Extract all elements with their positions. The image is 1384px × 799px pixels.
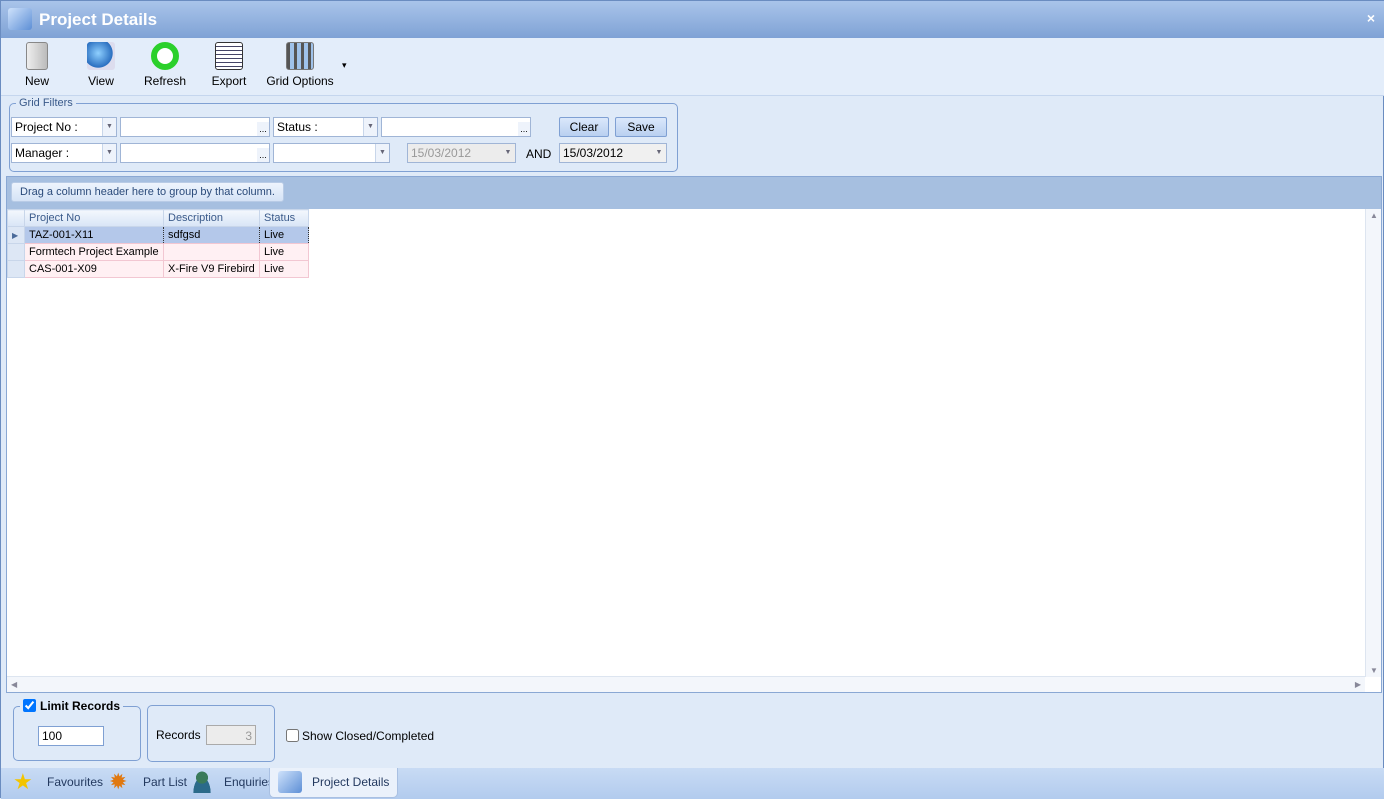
ellipsis-button[interactable]: ... (257, 148, 269, 162)
save-button[interactable]: Save (615, 117, 667, 137)
show-closed-label: Show Closed/Completed (302, 729, 435, 743)
ellipsis-button[interactable]: ... (518, 122, 530, 136)
refresh-icon (151, 42, 179, 70)
group-by-hint: Drag a column header here to group by th… (11, 182, 284, 202)
column-header-description[interactable]: Description (163, 209, 260, 227)
cell-project-no[interactable]: TAZ-001-X11 (24, 226, 164, 244)
user-icon (190, 771, 214, 793)
tab-favourites[interactable]: ★ Favourites (5, 768, 111, 798)
toolbar-dropdown-arrow[interactable]: ▾ (342, 60, 347, 71)
limit-records-input[interactable] (38, 726, 104, 746)
window-title: Project Details (39, 10, 158, 29)
grid-options-icon (286, 42, 314, 70)
export-label: Export (211, 74, 247, 88)
table-row[interactable]: Formtech Project Example Live (7, 243, 309, 261)
date-from-picker: 15/03/2012 ▼ (407, 143, 516, 163)
export-icon (215, 42, 243, 70)
clear-button[interactable]: Clear (559, 117, 609, 137)
chevron-down-icon: ▼ (363, 118, 377, 136)
filter-value-2-input[interactable]: ... (381, 117, 531, 137)
chevron-down-icon: ▼ (501, 144, 515, 162)
vertical-scrollbar[interactable]: ▲ ▼ (1365, 209, 1381, 677)
project-details-icon (278, 771, 302, 793)
chevron-down-icon: ▼ (375, 144, 389, 162)
view-magnifier-icon (87, 42, 115, 70)
chevron-down-icon: ▼ (102, 118, 116, 136)
filter-value-3-input[interactable]: ... (120, 143, 270, 163)
tab-project-details[interactable]: Project Details (269, 768, 399, 798)
tab-part-list[interactable]: ✹ Part List (101, 768, 195, 798)
limit-records-label: Limit Records (40, 699, 121, 713)
cell-status[interactable]: Live (259, 243, 309, 261)
group-by-panel[interactable]: Drag a column header here to group by th… (7, 177, 1381, 209)
and-label: AND (526, 147, 552, 161)
filter-field-4-select[interactable]: ▼ (273, 143, 390, 163)
header-row: Project No Description Status (7, 209, 309, 227)
cell-status[interactable]: Live (259, 226, 309, 244)
refresh-button[interactable]: Refresh (143, 42, 187, 88)
cell-description[interactable]: X-Fire V9 Firebird (163, 260, 260, 278)
data-grid: Drag a column header here to group by th… (6, 176, 1382, 693)
records-label: Records (156, 728, 201, 742)
grid-options-label: Grid Options (266, 74, 334, 88)
grid-filters-legend: Grid Filters (19, 97, 73, 109)
filter-field-3-select[interactable]: Manager : ▼ (11, 143, 117, 163)
filter-field-2-select[interactable]: Status : ▼ (273, 117, 378, 137)
cell-project-no[interactable]: CAS-001-X09 (24, 260, 164, 278)
new-button[interactable]: New (21, 42, 53, 88)
limit-records-checkbox[interactable] (23, 699, 36, 712)
cell-description[interactable] (163, 243, 260, 261)
column-header-status[interactable]: Status (259, 209, 309, 227)
cell-status[interactable]: Live (259, 260, 309, 278)
table-row[interactable]: ▶ TAZ-001-X11 sdfgsd Live (7, 226, 309, 244)
view-label: View (88, 74, 114, 88)
project-details-icon (8, 8, 32, 30)
ellipsis-button[interactable]: ... (257, 122, 269, 136)
filter-value-1-input[interactable]: ... (120, 117, 270, 137)
chevron-down-icon: ▼ (102, 144, 116, 162)
date-to-picker[interactable]: 15/03/2012 ▼ (559, 143, 667, 163)
horizontal-scrollbar[interactable]: ◀ ▶ (7, 676, 1365, 692)
cell-project-no[interactable]: Formtech Project Example (24, 243, 164, 261)
column-header-project-no[interactable]: Project No (24, 209, 164, 227)
refresh-label: Refresh (143, 74, 187, 88)
cell-description[interactable]: sdfgsd (163, 226, 260, 244)
row-indicator-icon: ▶ (7, 226, 25, 244)
star-icon: ★ (13, 769, 33, 794)
chevron-down-icon: ▼ (652, 144, 666, 162)
bottom-tab-bar: ★ Favourites ✹ Part List Enquiries Project… (1, 768, 1384, 799)
show-closed-checkbox[interactable] (286, 729, 299, 742)
toolbar: New View Refresh Export Grid Options ▾ (1, 38, 1384, 96)
records-count: 3 (206, 725, 256, 745)
export-button[interactable]: Export (209, 42, 249, 88)
tab-enquiries[interactable]: Enquiries (182, 768, 282, 798)
title-bar: Project Details × (1, 1, 1384, 38)
gear-icon: ✹ (109, 769, 128, 794)
grid-options-button[interactable]: Grid Options (265, 42, 335, 88)
new-document-icon (26, 42, 48, 70)
grid-table: Project No Description Status ▶ TAZ-001-X… (7, 209, 309, 278)
table-row[interactable]: CAS-001-X09 X-Fire V9 Firebird Live (7, 260, 309, 278)
close-button[interactable]: × (1367, 10, 1375, 26)
new-label: New (24, 74, 49, 88)
filter-field-1-select[interactable]: Project No : ▼ (11, 117, 117, 137)
view-button[interactable]: View (83, 42, 119, 88)
